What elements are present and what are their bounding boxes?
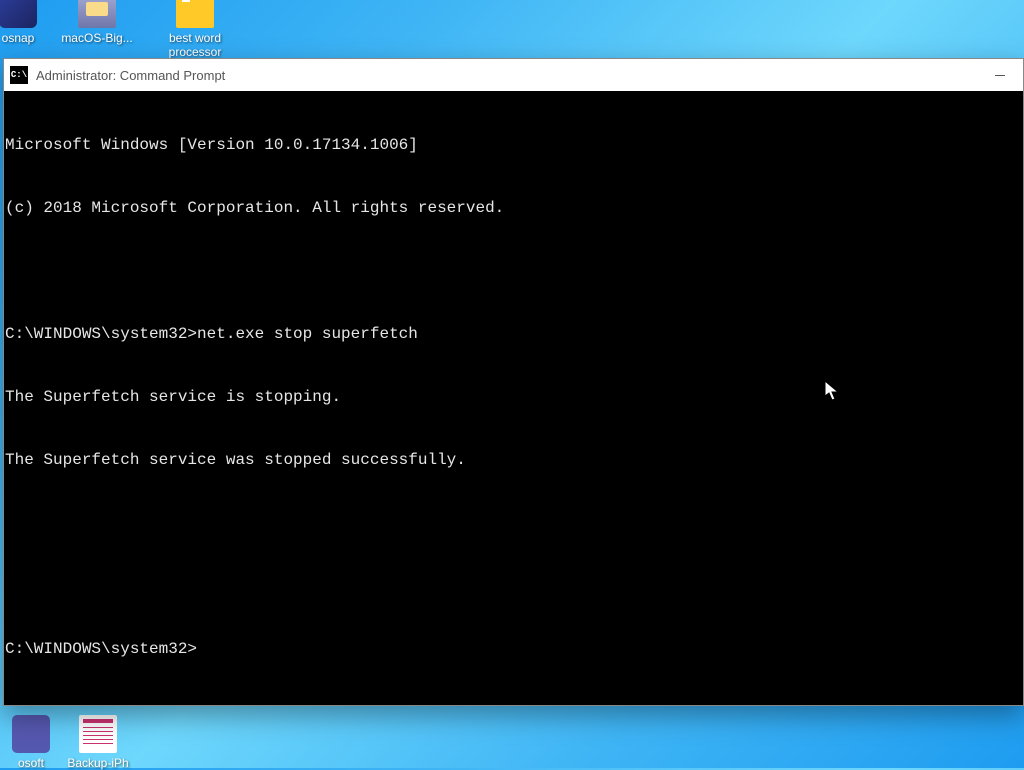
terminal-line [4,576,1023,597]
teams-icon [12,715,50,753]
window-title: Administrator: Command Prompt [36,68,225,83]
terminal-line: Microsoft Windows [Version 10.0.17134.10… [4,135,1023,156]
terminal-line [4,261,1023,282]
minimize-button[interactable] [977,59,1023,91]
command-prompt-window: C:\ Administrator: Command Prompt Micros… [3,58,1024,706]
folder-icon [176,0,214,28]
terminal-line: The Superfetch service was stopped succe… [4,450,1023,471]
desktop-icon-best-word[interactable]: best word processor [155,0,235,59]
terminal-line: C:\WINDOWS\system32> [4,639,1023,660]
desktop-icon-label: osnap [2,31,35,45]
desktop-icon-macos-big[interactable]: macOS-Big... [57,0,137,45]
cmd-icon: C:\ [10,66,28,84]
terminal-line [4,513,1023,534]
minimize-icon [995,75,1005,76]
prompt-text: C:\WINDOWS\system32> [5,640,197,658]
disk-image-icon [78,0,116,28]
desktop-icon-label: macOS-Big... [61,31,132,45]
document-icon [79,715,117,753]
desktop-icon-label: best word processor [169,31,222,59]
titlebar[interactable]: C:\ Administrator: Command Prompt [4,59,1023,91]
generic-app-icon [0,0,37,28]
prompt-text: C:\WINDOWS\system32> [5,325,197,343]
command-text: net.exe stop superfetch [197,325,418,343]
terminal-line: (c) 2018 Microsoft Corporation. All righ… [4,198,1023,219]
terminal-output[interactable]: Microsoft Windows [Version 10.0.17134.10… [4,91,1023,702]
terminal-line: C:\WINDOWS\system32>net.exe stop superfe… [4,324,1023,345]
terminal-line: The Superfetch service is stopping. [4,387,1023,408]
desktop-icon-backup[interactable]: Backup-iPh [58,715,138,770]
desktop-icon-osnap[interactable]: osnap [0,0,58,45]
